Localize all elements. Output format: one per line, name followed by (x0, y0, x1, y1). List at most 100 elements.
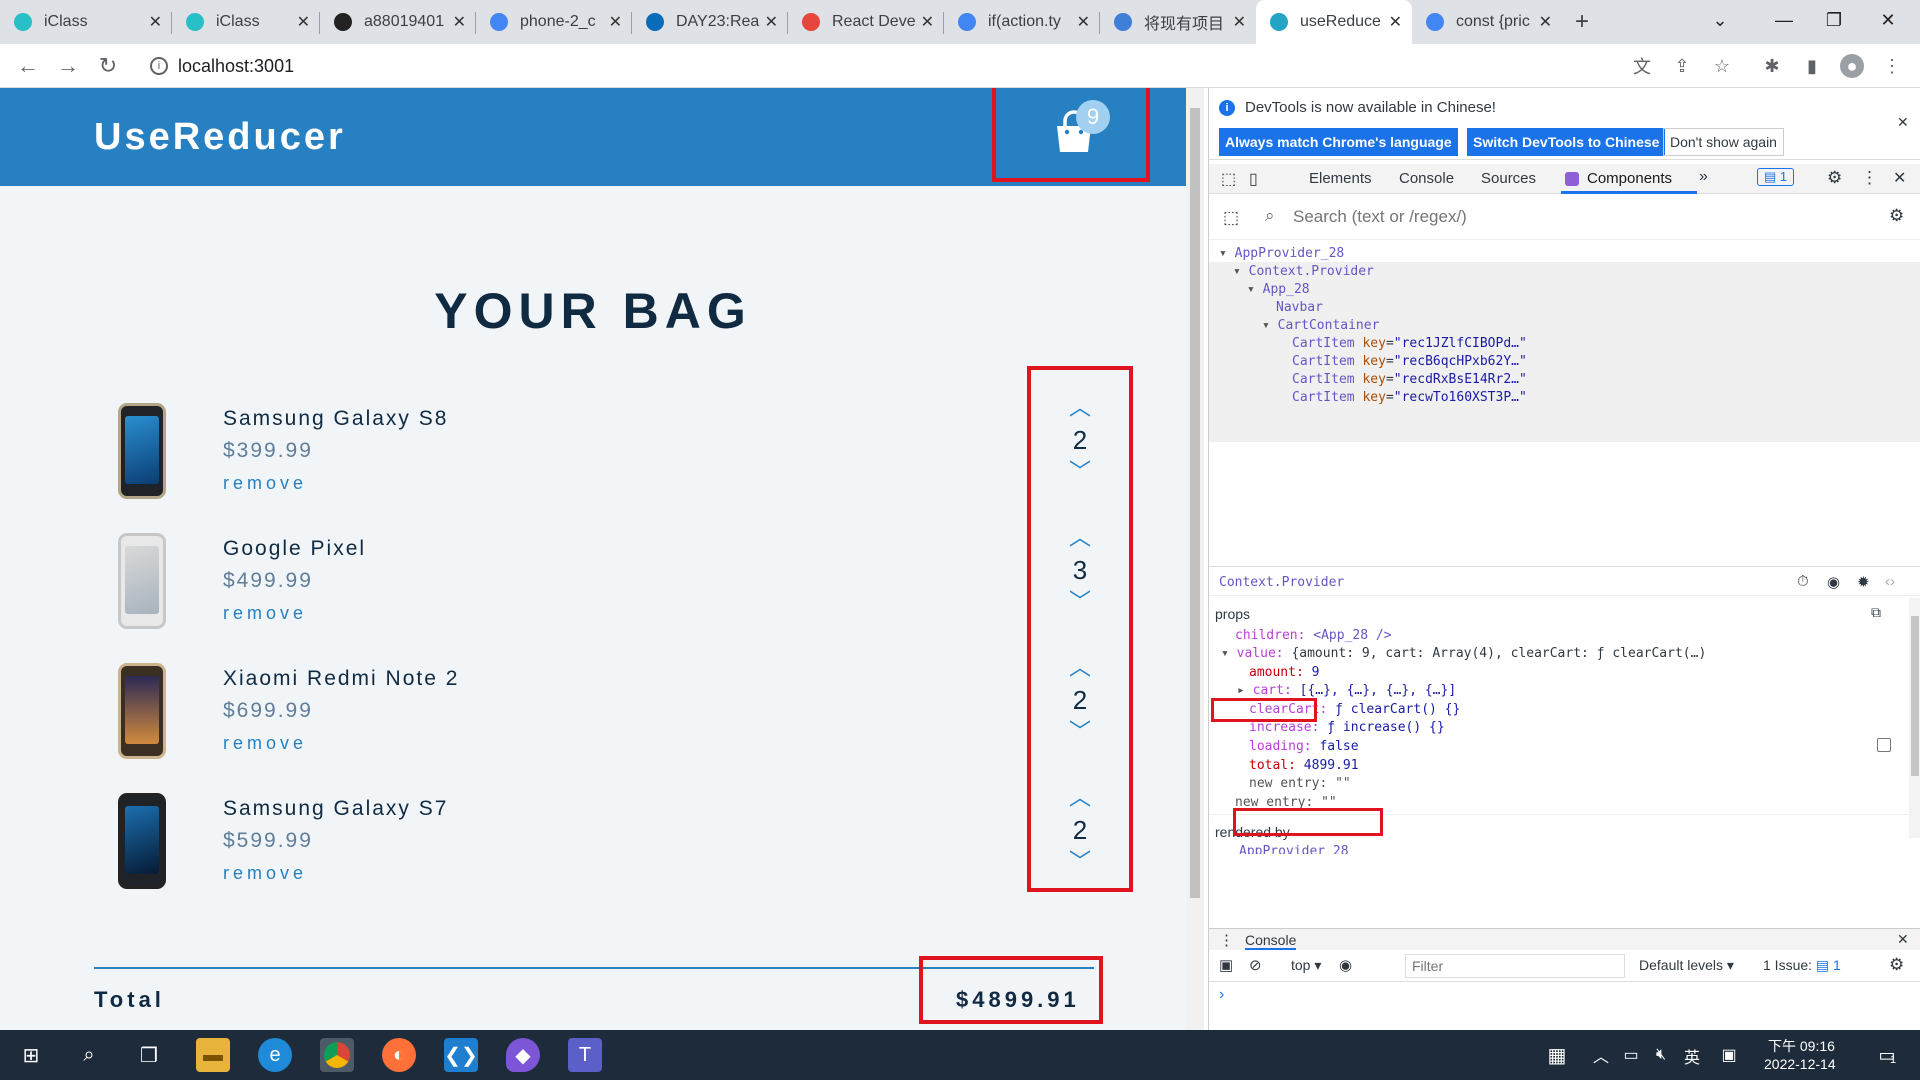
bookmark-star-icon[interactable]: ☆ (1710, 54, 1734, 78)
clear-console-icon[interactable]: ⊘ (1249, 956, 1262, 974)
more-tabs-icon[interactable]: » (1699, 168, 1708, 186)
ime-indicator[interactable]: 英 (1684, 1044, 1700, 1068)
close-icon[interactable]: ✕ (149, 12, 162, 32)
translate-icon[interactable]: 文 (1630, 54, 1654, 78)
tree-node[interactable]: CartItem key="recwTo160XST3P…" (1292, 390, 1527, 405)
context-select[interactable]: top ▾ (1291, 957, 1321, 974)
switch-chinese-button[interactable]: Switch DevTools to Chinese (1467, 128, 1666, 156)
chrome-icon[interactable] (320, 1038, 354, 1072)
settings-gear-icon[interactable]: ⚙ (1889, 955, 1904, 975)
remove-button[interactable]: remove (223, 603, 307, 624)
close-icon[interactable]: ✕ (1233, 12, 1246, 32)
close-icon[interactable]: ✕ (765, 12, 778, 32)
close-icon[interactable]: ✕ (1389, 12, 1402, 32)
new-tab-button[interactable]: + (1562, 0, 1602, 44)
log-levels-select[interactable]: Default levels ▾ (1639, 957, 1734, 974)
browser-tab[interactable]: 将现有项目 ✕ (1100, 0, 1256, 44)
file-explorer-icon[interactable]: ▬ (196, 1038, 230, 1072)
inspect-element-icon[interactable]: ⬚ (1221, 169, 1236, 189)
settings-gear-icon[interactable]: ⚙ (1889, 206, 1904, 226)
tree-node[interactable]: Navbar (1276, 300, 1323, 315)
tree-node[interactable]: CartItem key="rec1JZlfCIBOPd…" (1292, 336, 1527, 351)
timer-icon[interactable]: ⏱ (1797, 573, 1809, 590)
close-icon[interactable]: ✕ (297, 12, 310, 32)
windows-start-icon[interactable]: ⊞ (14, 1038, 48, 1072)
tab-console[interactable]: Console (1399, 170, 1454, 187)
drawer-menu-icon[interactable]: ⋮ (1219, 931, 1234, 949)
tab-elements[interactable]: Elements (1309, 170, 1372, 187)
chevron-up-icon[interactable]: ︿ (1584, 1038, 1618, 1072)
browser-tab[interactable]: iClass ✕ (172, 0, 320, 44)
volume-muted-icon[interactable]: 🔇︎ (1644, 1038, 1678, 1072)
prop-row[interactable]: amount: 9 (1249, 665, 1319, 680)
profile-avatar-icon[interactable]: ● (1840, 54, 1864, 78)
prop-row[interactable]: loading: false (1249, 739, 1359, 754)
edge-icon[interactable]: e (258, 1038, 292, 1072)
browser-tab[interactable]: const {pric ✕ (1412, 0, 1562, 44)
copy-icon[interactable]: ⧉ (1871, 604, 1881, 621)
props-scrollbar[interactable] (1909, 598, 1920, 838)
browser-tab[interactable]: if(action.ty ✕ (944, 0, 1100, 44)
tree-node-selected[interactable]: ▾ Context.Provider (1233, 264, 1374, 279)
close-window-button[interactable]: ✕ (1856, 0, 1920, 40)
forward-icon[interactable]: → (52, 50, 84, 82)
view-source-icon[interactable]: ‹› (1885, 573, 1895, 590)
drop-app-icon[interactable]: ◆ (506, 1038, 540, 1072)
firefox-icon[interactable]: ◐ (382, 1038, 416, 1072)
close-icon[interactable]: ✕ (1897, 931, 1909, 948)
tab-search-chevron-icon[interactable]: ⌄ (1688, 0, 1752, 40)
menu-kebab-icon[interactable]: ⋮ (1880, 54, 1904, 78)
browser-tab[interactable]: phone-2_c ✕ (476, 0, 632, 44)
remove-button[interactable]: remove (223, 473, 307, 494)
prop-row[interactable]: total: 4899.91 (1249, 758, 1359, 773)
issues-badge[interactable]: ▤ 1 (1757, 168, 1795, 186)
tree-node[interactable]: CartItem key="recB6qcHPxb62Y…" (1292, 354, 1527, 369)
vscode-icon[interactable]: ❮❯ (444, 1038, 478, 1072)
devtools-menu-icon[interactable]: ⋮ (1861, 168, 1878, 188)
close-icon[interactable]: ✕ (1539, 12, 1552, 32)
browser-tab-active[interactable]: useReduce ✕ (1256, 0, 1412, 44)
site-info-icon[interactable]: i (150, 57, 168, 75)
checkbox[interactable] (1877, 738, 1891, 752)
dont-show-again-button[interactable]: Don't show again (1663, 128, 1784, 156)
extensions-icon[interactable]: ✱ (1760, 54, 1784, 78)
prop-row[interactable]: ▸ cart: [{…}, {…}, {…}, {…}] (1237, 683, 1456, 698)
console-filter-input[interactable] (1405, 954, 1625, 978)
console-prompt[interactable]: › (1219, 986, 1224, 1004)
remove-button[interactable]: remove (223, 733, 307, 754)
scrollbar-thumb[interactable] (1190, 108, 1200, 898)
close-icon[interactable]: ✕ (921, 12, 934, 32)
close-icon[interactable]: ✕ (453, 12, 466, 32)
select-component-icon[interactable]: ⬚ (1223, 208, 1239, 228)
browser-tab[interactable]: DAY23:Rea ✕ (632, 0, 788, 44)
tree-node[interactable]: CartItem key="recdRxBsE14Rr2…" (1292, 372, 1527, 387)
reload-icon[interactable]: ↻ (92, 50, 124, 82)
url-text[interactable]: localhost:3001 (178, 56, 294, 77)
close-devtools-icon[interactable]: ✕ (1893, 168, 1906, 188)
clock-date[interactable]: 2022-12-14 (1764, 1056, 1836, 1072)
console-drawer-tab[interactable]: Console (1245, 932, 1297, 950)
match-language-button[interactable]: Always match Chrome's language (1219, 128, 1458, 156)
close-icon[interactable]: ✕ (1897, 114, 1909, 131)
network-icon[interactable]: ▭ (1614, 1038, 1648, 1072)
page-scrollbar[interactable] (1186, 88, 1204, 1030)
tab-sources[interactable]: Sources (1481, 170, 1536, 187)
browser-tab[interactable]: React Deve ✕ (788, 0, 944, 44)
remove-button[interactable]: remove (223, 863, 307, 884)
close-icon[interactable]: ✕ (1077, 12, 1090, 32)
eye-icon[interactable]: ◉ (1339, 956, 1352, 974)
tab-components[interactable]: Components (1587, 170, 1672, 187)
prop-row[interactable]: new entry: "" (1249, 776, 1351, 791)
url-bar[interactable]: i localhost:3001 (138, 50, 1678, 82)
keyboard-icon[interactable]: ▦ (1540, 1038, 1574, 1072)
side-panel-icon[interactable]: ▮ (1800, 54, 1824, 78)
sidebar-toggle-icon[interactable]: ▣ (1219, 956, 1233, 974)
teams-icon[interactable]: T (568, 1038, 602, 1072)
tree-node[interactable]: ▾ CartContainer (1262, 318, 1379, 333)
browser-tab[interactable]: iClass ✕ (0, 0, 172, 44)
notifications-icon[interactable]: ▭ (1870, 1038, 1904, 1072)
prop-row[interactable]: increase: ƒ increase() {} (1249, 720, 1445, 735)
share-icon[interactable]: ⇪ (1670, 54, 1694, 78)
tree-node[interactable]: ▾ App_28 (1247, 282, 1310, 297)
prop-row[interactable]: ▾ value: {amount: 9, cart: Array(4), cle… (1221, 646, 1706, 661)
